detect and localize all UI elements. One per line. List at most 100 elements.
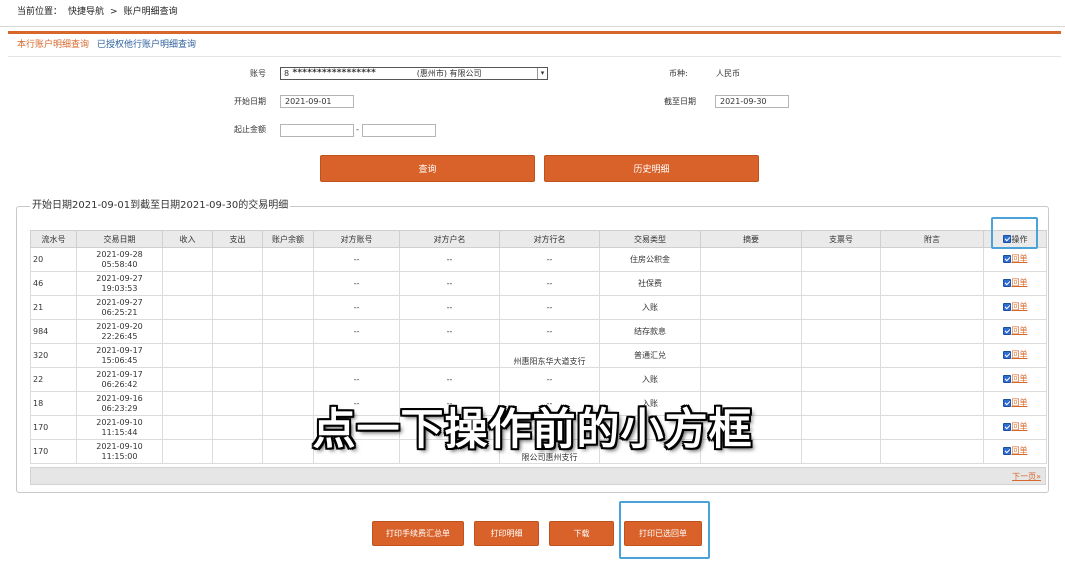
cell-counter-bank: -- [499, 271, 600, 296]
end-date-input[interactable]: 2021-09-30 [715, 95, 789, 108]
cell-counter-bank: -- [499, 247, 600, 272]
cell-remark [880, 295, 984, 320]
cell-expense [212, 271, 263, 296]
cell-serial: 21 [30, 295, 77, 320]
receipt-link[interactable]: 回单 [1012, 254, 1028, 263]
cell-time: 06:26:42 [101, 379, 138, 389]
row-checkbox[interactable] [1002, 279, 1011, 288]
cell-counter-name: -- [399, 367, 500, 392]
cell-serial: 320 [30, 343, 77, 368]
cell-serial: 984 [30, 319, 77, 344]
tabs-divider [8, 56, 1061, 57]
cell-balance [262, 319, 314, 344]
cell-datetime: 2021-09-28 05:58:40 [76, 247, 163, 272]
print-detail-button[interactable]: 打印明细 [474, 521, 539, 546]
tab-own-bank-detail[interactable]: 本行账户明细查询 [17, 38, 89, 52]
cell-expense [212, 295, 263, 320]
cell-check-no [801, 319, 881, 344]
cell-operation: 回单 [983, 343, 1047, 368]
amount-range-separator: - [356, 125, 359, 134]
query-button[interactable]: 查询 [320, 155, 535, 182]
cell-balance [262, 367, 314, 392]
history-detail-button[interactable]: 历史明细 [544, 155, 759, 182]
cell-date: 2021-09-28 [96, 249, 143, 259]
cell-memo [700, 295, 802, 320]
cell-memo [700, 367, 802, 392]
cell-counter-account: -- [313, 319, 400, 344]
next-page-link[interactable]: 下一页» [1012, 471, 1041, 482]
start-date-label: 开始日期 [234, 97, 266, 106]
cell-type: 普通汇兑 [599, 343, 701, 368]
receipt-link[interactable]: 回单 [1012, 302, 1028, 311]
amount-to-input[interactable] [362, 124, 436, 137]
cell-type: 社保费 [599, 271, 701, 296]
cell-remark [880, 343, 984, 368]
receipt-link[interactable]: 回单 [1012, 278, 1028, 287]
cell-time: 06:25:21 [101, 307, 138, 317]
cell-counter-bank: 州惠阳东华大道支行 [499, 343, 600, 368]
cell-time: 05:58:40 [101, 259, 138, 269]
cell-serial: 20 [30, 247, 77, 272]
video-subtitle: 点一下操作前的小方框 [312, 405, 753, 455]
cell-date: 2021-09-27 [96, 273, 143, 283]
col-memo: 摘要 [700, 230, 802, 248]
breadcrumb-prefix: 当前位置： [17, 7, 63, 17]
cell-date: 2021-09-20 [96, 321, 143, 331]
col-income: 收入 [162, 230, 213, 248]
cell-counter-name: -- [399, 271, 500, 296]
cell-counter-bank: -- [499, 295, 600, 320]
account-select[interactable]: 8 ***************** (惠州市) 有限公司 ▾ [280, 67, 548, 80]
receipt-link[interactable]: 回单 [1012, 374, 1028, 383]
cell-counter-name: -- [399, 295, 500, 320]
row-checkbox[interactable] [1002, 375, 1011, 384]
amount-from-input[interactable] [280, 124, 354, 137]
col-counter-name: 对方户名 [399, 230, 500, 248]
table-row: 46 2021-09-27 19:03:53 -- -- -- 社保费 回单 [30, 271, 1047, 296]
receipt-link[interactable]: 回单 [1012, 350, 1028, 359]
cell-expense [212, 247, 263, 272]
cell-balance [262, 271, 314, 296]
tab-other-bank-detail[interactable]: 已授权他行账户明细查询 [97, 38, 196, 52]
cell-remark [880, 271, 984, 296]
cell-check-no [801, 271, 881, 296]
download-button[interactable]: 下载 [549, 521, 614, 546]
cell-serial: 46 [30, 271, 77, 296]
transactions-legend: 开始日期2021-09-01到截至日期2021-09-30的交易明细 [30, 199, 291, 213]
cell-check-no [801, 295, 881, 320]
account-company-suffix: (惠州市) 有限公司 [416, 69, 482, 78]
cell-balance [262, 343, 314, 368]
cell-check-no [801, 247, 881, 272]
cell-expense [212, 367, 263, 392]
cell-datetime: 2021-09-17 15:06:45 [76, 343, 163, 368]
print-fee-summary-button[interactable]: 打印手续费汇总单 [372, 521, 464, 546]
breadcrumb-quick-nav[interactable]: 快捷导航 [68, 5, 104, 19]
query-tabs: 本行账户明细查询 已授权他行账户明细查询 [17, 38, 196, 52]
start-date-input[interactable]: 2021-09-01 [280, 95, 354, 108]
cell-income [162, 271, 213, 296]
cell-remark [880, 247, 984, 272]
account-label: 账号 [250, 69, 266, 78]
cell-type: 入账 [599, 295, 701, 320]
print-selected-receipts-button[interactable]: 打印已选回单 [624, 521, 702, 546]
row-checkbox[interactable] [1002, 327, 1011, 336]
cell-counter-account: -- [313, 367, 400, 392]
col-date: 交易日期 [76, 230, 163, 248]
cell-remark [880, 319, 984, 344]
cell-balance [262, 295, 314, 320]
select-all-checkbox[interactable] [1002, 235, 1011, 243]
accent-bar [8, 31, 1061, 34]
amount-range-label: 起止金额 [234, 125, 266, 134]
receipt-link[interactable]: 回单 [1012, 326, 1028, 335]
cell-date: 2021-09-17 [96, 369, 143, 379]
cell-operation: 回单 [983, 271, 1047, 296]
row-checkbox[interactable] [1002, 255, 1011, 264]
col-check-no: 支票号 [801, 230, 881, 248]
cell-counter-account: -- [313, 271, 400, 296]
cell-remark [880, 367, 984, 392]
cell-counter-account: -- [313, 295, 400, 320]
row-checkbox[interactable] [1002, 351, 1011, 360]
row-checkbox[interactable] [1002, 303, 1011, 312]
cell-counter-name: -- [399, 247, 500, 272]
breadcrumb-separator: > [110, 7, 118, 17]
cell-counter-name: -- [399, 319, 500, 344]
